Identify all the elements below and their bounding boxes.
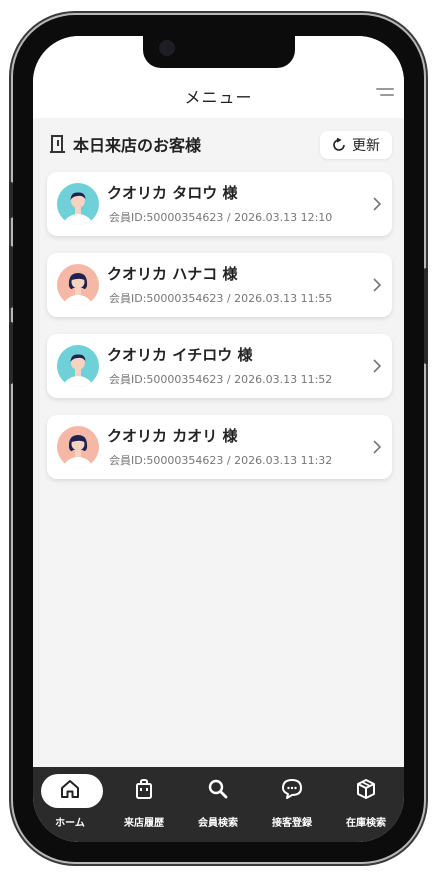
shopping-bag-icon <box>136 778 152 799</box>
tab-label: 会員検索 <box>198 818 238 829</box>
customer-card[interactable]: クオリカ カオリ 様 会員ID:50000354623 / 2026.03.13… <box>47 415 392 479</box>
tab-service-register[interactable]: 接客登録 <box>255 767 329 842</box>
tab-label: 来店履歴 <box>124 818 164 829</box>
customer-card[interactable]: クオリカ イチロウ 様 会員ID:50000354623 / 2026.03.1… <box>47 334 392 398</box>
bottom-tab-bar: ホーム 来店履歴 会員検索 接客登録 在庫検索 <box>33 767 404 842</box>
female-avatar-icon <box>57 264 99 306</box>
box-icon <box>357 779 375 799</box>
section-title: 本日来店のお客様 <box>73 136 202 155</box>
chevron-right-icon <box>373 197 382 211</box>
tab-visit-history[interactable]: 来店履歴 <box>107 767 181 842</box>
chevron-right-icon <box>373 440 382 454</box>
tab-stock-search[interactable]: 在庫検索 <box>329 767 403 842</box>
customer-name: クオリカ カオリ 様 <box>107 427 238 445</box>
chevron-right-icon <box>373 359 382 373</box>
customer-meta: 会員ID:50000354623 / 2026.03.13 11:32 <box>109 454 333 467</box>
customer-meta: 会員ID:50000354623 / 2026.03.13 12:10 <box>109 211 333 224</box>
phone-volume-down <box>9 322 13 384</box>
update-button[interactable]: 更新 <box>320 131 392 159</box>
customer-name: クオリカ タロウ 様 <box>107 184 238 202</box>
page-title: メニュー <box>184 88 253 107</box>
tab-member-search[interactable]: 会員検索 <box>181 767 255 842</box>
section-header: 本日来店のお客様 <box>49 132 201 156</box>
chevron-right-icon <box>373 278 382 292</box>
app-screen: メニュー 本日来店のお客様 更新 クオリカ タロウ 様 会員ID:5000035… <box>33 36 404 842</box>
male-avatar-icon <box>57 183 99 225</box>
male-avatar-icon <box>57 345 99 387</box>
tab-label: 在庫検索 <box>346 818 386 829</box>
customer-card[interactable]: クオリカ タロウ 様 会員ID:50000354623 / 2026.03.13… <box>47 172 392 236</box>
home-icon <box>61 780 79 798</box>
female-avatar-icon <box>57 426 99 468</box>
customer-meta: 会員ID:50000354623 / 2026.03.13 11:52 <box>109 373 333 386</box>
update-button-label: 更新 <box>352 138 380 154</box>
customer-name: クオリカ イチロウ 様 <box>107 346 253 364</box>
phone-volume-up <box>9 246 13 308</box>
phone-mute-switch <box>9 182 13 218</box>
phone-notch <box>143 36 295 68</box>
camera-icon <box>159 40 175 56</box>
door-icon <box>50 135 65 153</box>
hamburger-menu-icon[interactable] <box>376 88 394 100</box>
refresh-icon <box>333 138 345 151</box>
customer-meta: 会員ID:50000354623 / 2026.03.13 11:55 <box>109 292 333 305</box>
phone-power-button <box>424 268 428 364</box>
tab-label: ホーム <box>55 818 85 829</box>
customer-card[interactable]: クオリカ ハナコ 様 会員ID:50000354623 / 2026.03.13… <box>47 253 392 317</box>
search-icon <box>208 779 228 799</box>
tab-label: 接客登録 <box>272 818 312 829</box>
tab-home[interactable]: ホーム <box>33 767 107 842</box>
customer-name: クオリカ ハナコ 様 <box>107 265 238 283</box>
chat-bubble-icon <box>282 779 302 799</box>
